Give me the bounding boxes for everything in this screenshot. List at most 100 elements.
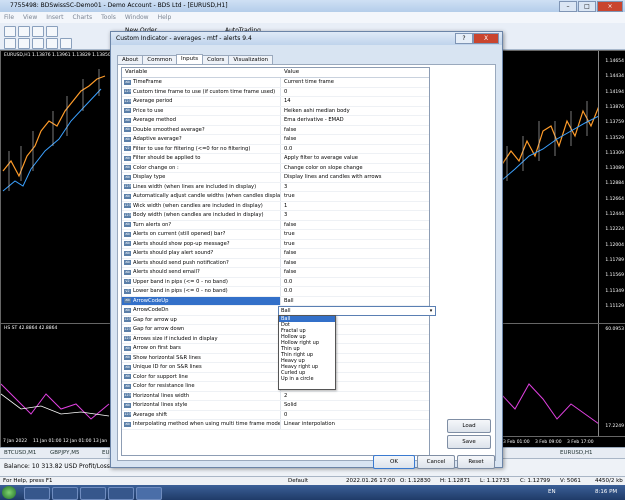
reset-button[interactable]: Reset — [457, 455, 495, 469]
variable-value[interactable]: true — [284, 193, 295, 199]
chart-tab[interactable]: GBPJPY,M5 — [50, 450, 80, 456]
menu-item[interactable]: Window — [125, 12, 149, 23]
input-row[interactable]: ab ArrowCodeUp Ball — [122, 296, 429, 306]
input-row[interactable]: abColor for resistance lineLightSalmon — [122, 382, 429, 392]
menu-item[interactable]: File — [4, 12, 14, 23]
input-row[interactable]: ab Double smoothed average? false — [122, 125, 429, 135]
variable-value[interactable]: Apply filter to average value — [284, 155, 358, 161]
minimize-button[interactable]: – — [559, 1, 577, 12]
dialog-help-button[interactable]: ? — [455, 33, 473, 44]
chart-tab[interactable]: BTCUSD,M1 — [4, 450, 36, 456]
input-row[interactable]: 123 Lines width (when lines are included … — [122, 182, 429, 192]
input-row[interactable]: ab Price to use Heiken ashi median body — [122, 106, 429, 116]
profiles-icon[interactable] — [18, 26, 30, 37]
taskbar-media-icon[interactable] — [80, 487, 106, 500]
input-row[interactable]: ab Unique ID for on S&R lines — [122, 363, 429, 373]
menu-item[interactable]: Help — [158, 12, 172, 23]
input-row[interactable]: ab Automatically adjust candle widths (wh… — [122, 192, 429, 202]
input-row[interactable]: 123 Average period 14 — [122, 97, 429, 107]
input-row[interactable]: 123 Custom time frame to use (if custom t… — [122, 87, 429, 97]
maximize-button[interactable]: □ — [578, 1, 596, 12]
input-row[interactable]: ab Filter should be applied to Apply filte… — [122, 154, 429, 164]
variable-value[interactable]: false — [284, 127, 296, 133]
variable-value[interactable]: Ema derivative - EMAD — [284, 117, 344, 123]
variable-value[interactable]: false — [284, 250, 296, 256]
input-row[interactable]: ab Alerts should send email? false — [122, 268, 429, 278]
variable-value[interactable]: false — [284, 260, 296, 266]
variable-value[interactable]: Display lines and candles with arrows — [284, 174, 382, 180]
variable-value[interactable]: 0 — [284, 89, 287, 95]
variable-value[interactable]: Heiken ashi median body — [284, 108, 350, 114]
variable-value[interactable]: false — [284, 136, 296, 142]
input-row[interactable]: 123 Arrows size if included in display — [122, 334, 429, 344]
variable-value[interactable]: Solid — [284, 402, 297, 408]
crosshair-icon[interactable] — [18, 38, 30, 49]
taskbar-firefox-icon[interactable] — [108, 487, 134, 500]
market-watch-icon[interactable] — [32, 26, 44, 37]
variable-value[interactable]: 14 — [284, 98, 291, 104]
input-row[interactable]: 123 Average shift 0 — [122, 410, 429, 420]
variable-value[interactable]: 0.0 — [284, 146, 292, 152]
variable-value[interactable]: 3 — [284, 212, 287, 218]
variable-value[interactable]: Change color on slope change — [284, 165, 363, 171]
input-row[interactable]: ab Color change on : Change color on slope… — [122, 163, 429, 173]
ok-button[interactable]: OK — [373, 455, 415, 469]
input-row[interactable]: v2 Upper band in pips (<= 0 - no band) 0.0 — [122, 277, 429, 287]
input-row[interactable]: ab Alerts should play alert sound? false — [122, 249, 429, 259]
tray-clock[interactable]: 8:16 PM — [595, 489, 617, 495]
start-button-icon[interactable] — [2, 486, 16, 499]
menu-item[interactable]: Insert — [46, 12, 63, 23]
dialog-close-button[interactable]: X — [473, 33, 499, 44]
variable-value[interactable]: Ball — [284, 298, 294, 304]
input-row[interactable]: ab Arrow on first bars — [122, 344, 429, 354]
input-row[interactable]: v2 Filter to use for filtering (<=0 for n… — [122, 144, 429, 154]
chart-eurusd-left[interactable]: EURUSD,H1 1.13876 1.13961 1.13829 1.1385… — [0, 50, 112, 324]
input-row[interactable]: ab Alerts should show pop-up message? true — [122, 239, 429, 249]
input-row[interactable]: 123 Horizontal lines width 2 — [122, 391, 429, 401]
variable-value[interactable]: Current time frame — [284, 79, 334, 85]
menu-item[interactable]: Charts — [73, 12, 93, 23]
vertical-line-icon[interactable] — [32, 38, 44, 49]
taskbar-mt4-icon[interactable] — [136, 487, 162, 500]
horizontal-line-icon[interactable] — [46, 38, 58, 49]
variable-value[interactable]: 0 — [284, 412, 287, 418]
variable-value[interactable]: 0.0 — [284, 279, 292, 285]
input-row[interactable]: ab Turn alerts on? false — [122, 220, 429, 230]
input-row[interactable]: ab Show horizontal S&R lines — [122, 353, 429, 363]
taskbar-ie-icon[interactable] — [24, 487, 50, 500]
menu-item[interactable]: Tools — [101, 12, 116, 23]
chart-eurusd-right[interactable]: 1.14654 1.14434 1.14194 1.13876 1.13759 1.135… — [500, 50, 625, 324]
input-row[interactable]: ab Horizontal lines style Solid — [122, 401, 429, 411]
dropdown-option[interactable]: Up in a circle — [279, 376, 335, 382]
indicator-pane-left[interactable]: HS ST 42.8864 42.8864 — [0, 323, 112, 438]
variable-value[interactable]: false — [284, 269, 296, 275]
input-row[interactable]: ab TimeFrame Current time frame — [122, 78, 429, 88]
chart-tab[interactable]: EURUSD,H1 — [560, 450, 592, 456]
input-row[interactable]: ab Interpolating method when using multi … — [122, 420, 429, 430]
input-row[interactable]: ab Average method Ema derivative - EMAD — [122, 116, 429, 126]
variable-value[interactable]: false — [284, 222, 296, 228]
close-app-button[interactable]: × — [597, 1, 623, 12]
tray-language[interactable]: EN — [548, 489, 556, 495]
data-window-icon[interactable] — [46, 26, 58, 37]
input-row[interactable]: 123 Body width (when candles are included… — [122, 211, 429, 221]
input-row[interactable]: 123 Wick width (when candles are included… — [122, 201, 429, 211]
variable-value[interactable]: true — [284, 241, 295, 247]
new-chart-icon[interactable] — [4, 26, 16, 37]
input-row[interactable]: 123 Gap for arrow down — [122, 325, 429, 335]
input-row[interactable]: v2 Lower band in pips (<= 0 - no band) 0.0 — [122, 287, 429, 297]
cursor-icon[interactable] — [4, 38, 16, 49]
taskbar-explorer-icon[interactable] — [52, 487, 78, 500]
input-row[interactable]: ab Alerts on current (still opened) bar? t… — [122, 230, 429, 240]
variable-value[interactable]: Linear interpolation — [284, 421, 335, 427]
variable-value[interactable]: true — [284, 231, 295, 237]
input-row[interactable]: ab Adaptive average? false — [122, 135, 429, 145]
trendline-icon[interactable] — [60, 38, 72, 49]
load-button[interactable]: Load — [447, 419, 491, 433]
input-row[interactable]: ab Display type Display lines and candles … — [122, 173, 429, 183]
input-row[interactable]: 123 Gap for arrow up — [122, 315, 429, 325]
cancel-button[interactable]: Cancel — [417, 455, 455, 469]
input-row[interactable]: abColor for support lineDeepSkyBlue — [122, 372, 429, 382]
variable-value[interactable]: 2 — [284, 393, 287, 399]
menu-item[interactable]: View — [23, 12, 37, 23]
